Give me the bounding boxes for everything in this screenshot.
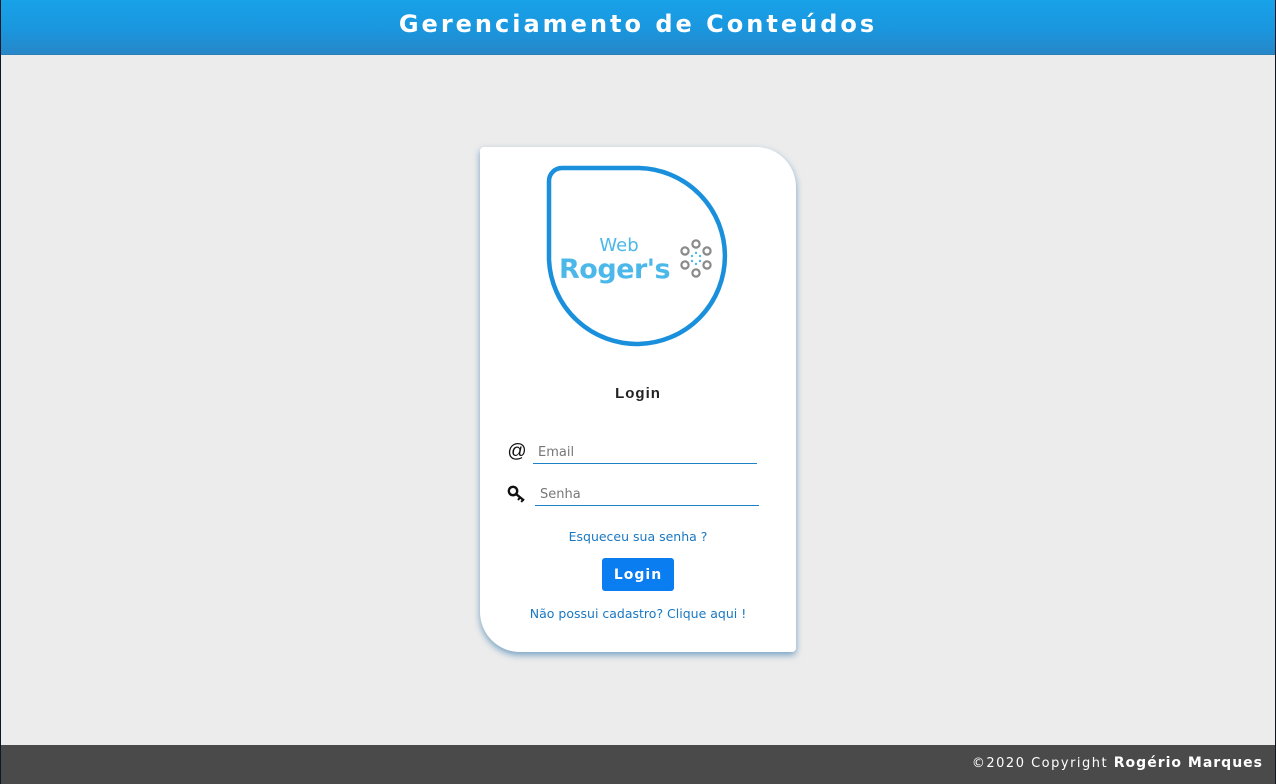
web-rogers-logo: Web Roger's <box>546 165 728 347</box>
logo-text-rogers: Roger's <box>559 254 670 285</box>
footer-copyright: ©2020 Copyright Rogério Marques <box>972 755 1263 771</box>
logo-text-web: Web <box>599 235 638 256</box>
login-heading: Login <box>615 385 661 402</box>
register-link[interactable]: Não possui cadastro? Clique aqui ! <box>480 606 796 621</box>
copyright-text: ©2020 Copyright <box>971 756 1109 771</box>
login-button[interactable]: Login <box>602 558 674 591</box>
author-name: Rogério Marques <box>1113 755 1263 771</box>
password-field[interactable] <box>535 484 759 506</box>
logo-dots-icon <box>680 239 712 278</box>
page-title: Gerenciamento de Conteúdos <box>398 10 878 38</box>
key-icon <box>506 483 528 505</box>
logo-center-dots <box>690 251 702 266</box>
footer: ©2020 Copyright Rogério Marques <box>1 745 1275 784</box>
login-card: Web Roger's Login @ Email Esqueceu sua s… <box>480 147 796 652</box>
at-sign-icon: @ <box>507 441 527 462</box>
email-field[interactable] <box>533 442 757 464</box>
app-header: Gerenciamento de Conteúdos <box>1 0 1275 55</box>
forgot-password-link[interactable]: Esqueceu sua senha ? <box>480 529 796 544</box>
page: Gerenciamento de Conteúdos Web Roger's L… <box>1 0 1275 784</box>
